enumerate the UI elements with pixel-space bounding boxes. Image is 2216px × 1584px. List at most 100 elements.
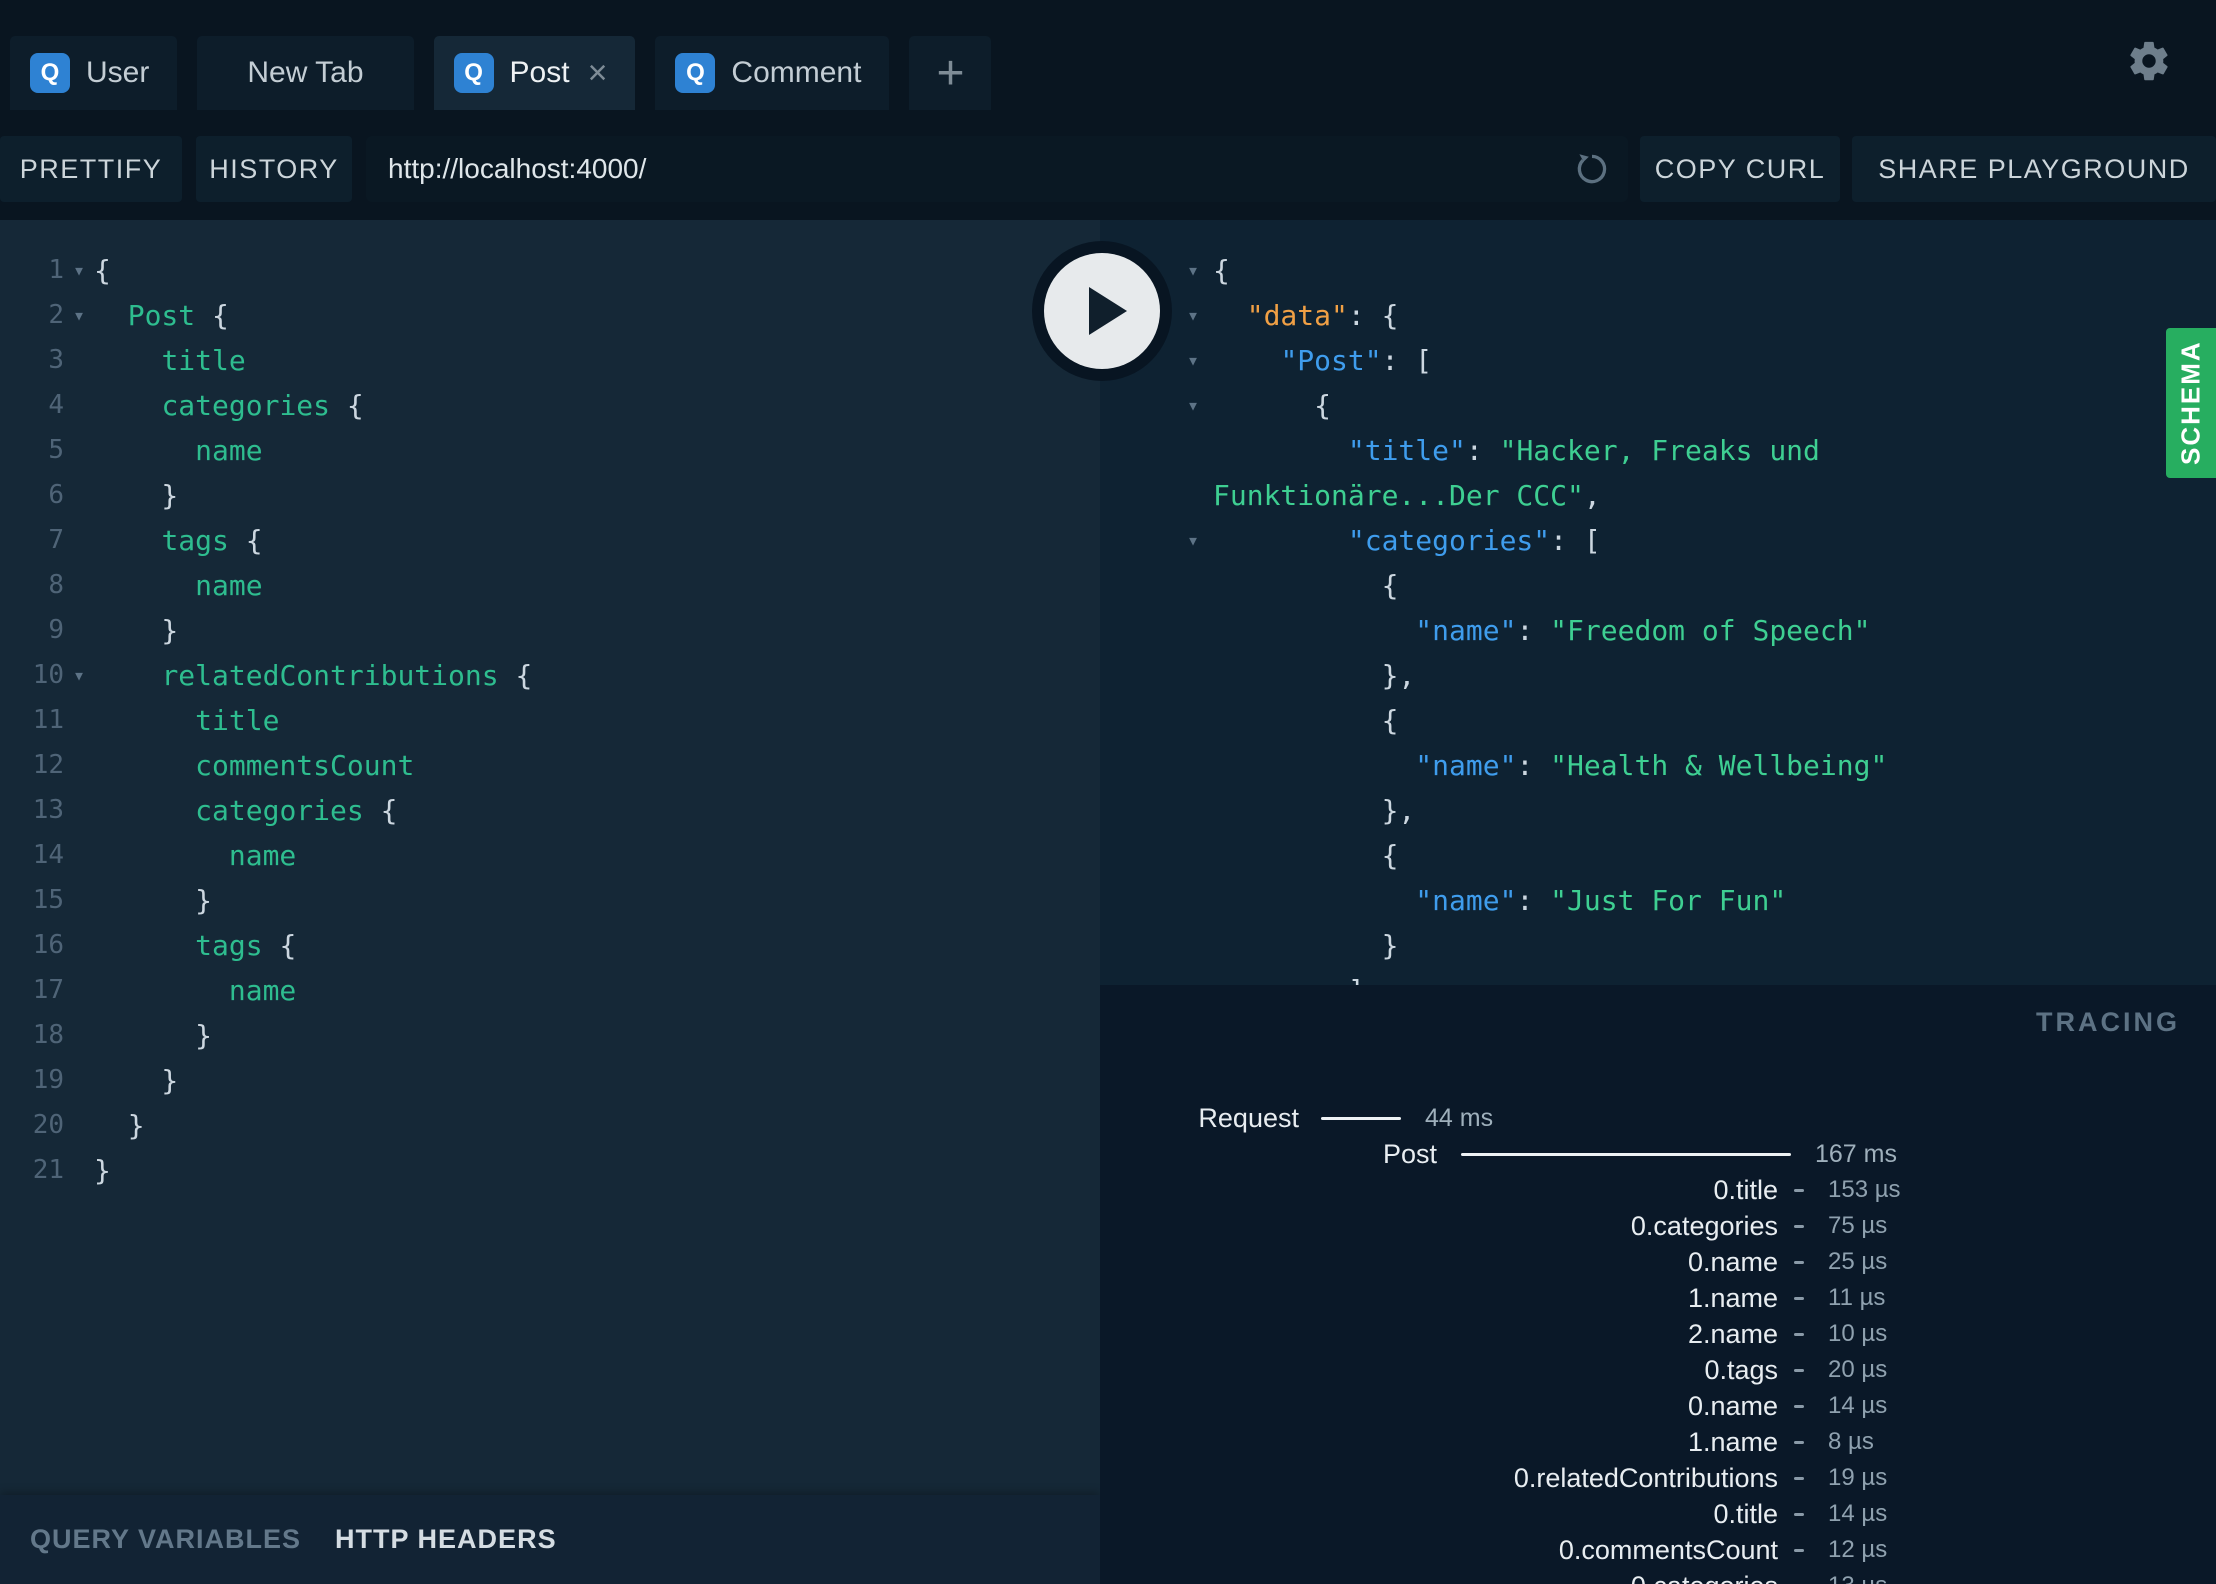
tracing-duration-bar	[1794, 1332, 1804, 1336]
tab-comment[interactable]: Q Comment	[655, 36, 890, 110]
fold-arrow-icon[interactable]: ▾	[64, 653, 94, 698]
line-number: 2	[48, 300, 64, 330]
code-line: },	[1100, 788, 2216, 833]
tracing-row: 1.name 8 µs	[1687, 1426, 1874, 1457]
fold-gutter	[1100, 788, 1213, 833]
tracing-row: 1.name 11 µs	[1687, 1282, 1886, 1313]
tab-post[interactable]: Q Post ×	[433, 36, 636, 110]
code-line: 10 ▾ relatedContributions {	[0, 653, 1100, 698]
line-number: 5	[48, 435, 64, 465]
line-number: 11	[32, 705, 64, 735]
line-number: 12	[32, 750, 64, 780]
line-number: 4	[48, 390, 64, 420]
line-number: 1	[48, 255, 64, 285]
execute-query-button[interactable]	[1032, 241, 1172, 381]
code-line: 12 commentsCount	[0, 743, 1100, 788]
fold-gutter	[1100, 698, 1213, 743]
editor-footer-bar: QUERY VARIABLES HTTP HEADERS	[0, 1495, 1100, 1584]
line-number: 3	[48, 345, 64, 375]
reload-schema-icon[interactable]	[1574, 151, 1610, 187]
tracing-duration-bar	[1794, 1512, 1804, 1516]
code-line: 5 name	[0, 428, 1100, 473]
share-playground-button[interactable]: SHARE PLAYGROUND	[1852, 136, 2216, 202]
code-line: {	[1100, 833, 2216, 878]
copy-curl-button[interactable]: COPY CURL	[1640, 136, 1840, 202]
code-line: ▾ "data": {	[1100, 293, 2216, 338]
fold-gutter	[64, 608, 94, 653]
tracing-row: 0.title 153 µs	[1713, 1174, 1901, 1205]
fold-gutter	[1100, 653, 1213, 698]
tracing-row: 0.name 25 µs	[1687, 1246, 1888, 1277]
fold-gutter	[1100, 878, 1213, 923]
tracing-row: 0.categories13 µs	[1100, 1568, 2216, 1584]
tracing-row: 0.categories 75 µs	[1630, 1210, 1888, 1241]
code-line: "name": "Just For Fun"	[1100, 878, 2216, 923]
tracing-duration-bar	[1794, 1476, 1804, 1480]
code-line: "name": "Freedom of Speech"	[1100, 608, 2216, 653]
line-number: 18	[32, 1020, 64, 1050]
query-editor-pane[interactable]: 1 ▾{2 ▾ Post {3 title 4 categories {5 name 6…	[0, 220, 1100, 1584]
new-tab-button[interactable]: +	[909, 36, 992, 110]
code-line: 9 }	[0, 608, 1100, 653]
code-line: 16 tags {	[0, 923, 1100, 968]
code-line: ]	[1100, 968, 2216, 985]
code-line: 3 title	[0, 338, 1100, 383]
code-line: 6 }	[0, 473, 1100, 518]
http-headers-tab[interactable]: HTTP HEADERS	[335, 1524, 557, 1555]
tracing-duration-bar	[1461, 1152, 1791, 1156]
fold-gutter	[1100, 968, 1213, 985]
tracing-rows: Request 44 ms Post 167 ms 0.title 153 µs 0.cat…	[1100, 1100, 2216, 1584]
code-line: 20 }	[0, 1103, 1100, 1148]
line-number: 19	[32, 1065, 64, 1095]
code-line: 15 }	[0, 878, 1100, 923]
line-number: 15	[32, 885, 64, 915]
fold-gutter	[1100, 923, 1213, 968]
fold-arrow-icon[interactable]: ▾	[64, 293, 94, 338]
tracing-duration-bar	[1794, 1260, 1804, 1264]
fold-gutter	[64, 788, 94, 833]
query-variables-tab[interactable]: QUERY VARIABLES	[30, 1524, 301, 1555]
code-line: 2 ▾ Post {	[0, 293, 1100, 338]
settings-gear-icon[interactable]	[2126, 38, 2172, 84]
graphql-playground-window: Q User New Tab Q Post × Q Comment + PRET…	[0, 0, 2216, 1584]
tab-user[interactable]: Q User	[10, 36, 178, 110]
fold-gutter	[64, 923, 94, 968]
fold-arrow-icon[interactable]: ▾	[64, 248, 94, 293]
tracing-row: 2.name 10 µs	[1687, 1318, 1888, 1349]
close-tab-icon[interactable]: ×	[588, 56, 608, 90]
code-line: 19 }	[0, 1058, 1100, 1103]
fold-arrow-icon[interactable]: ▾	[1100, 518, 1213, 563]
fold-gutter	[1100, 833, 1213, 878]
query-badge-icon: Q	[30, 53, 70, 93]
schema-sidebar-button[interactable]: SCHEMA	[2166, 328, 2216, 478]
tab-new-tab[interactable]: New Tab	[197, 36, 414, 110]
history-button[interactable]: HISTORY	[196, 136, 352, 202]
code-line: 13 categories {	[0, 788, 1100, 833]
tab-label: New Tab	[247, 56, 364, 89]
fold-gutter	[64, 743, 94, 788]
fold-gutter	[64, 428, 94, 473]
line-number: 8	[48, 570, 64, 600]
prettify-button[interactable]: PRETTIFY	[0, 136, 182, 202]
tab-bar: Q User New Tab Q Post × Q Comment +	[10, 36, 992, 110]
fold-gutter	[64, 1148, 94, 1193]
response-pane: ▾{▾ "data": {▾ "Post": [▾ { "title": "Ha…	[1100, 220, 2216, 985]
tracing-duration-bar	[1794, 1548, 1804, 1552]
code-line: 21}	[0, 1148, 1100, 1193]
fold-gutter	[64, 383, 94, 428]
code-line: {	[1100, 698, 2216, 743]
tracing-duration-bar	[1794, 1404, 1804, 1408]
tracing-duration-bar	[1794, 1188, 1804, 1192]
fold-gutter	[64, 338, 94, 383]
code-line: Funktionäre...Der CCC",	[1100, 473, 2216, 518]
code-line: ▾ "categories": [	[1100, 518, 2216, 563]
fold-arrow-icon[interactable]: ▾	[1100, 383, 1213, 428]
tracing-duration-bar	[1321, 1116, 1401, 1120]
code-line: 18 }	[0, 1013, 1100, 1058]
query-badge-icon: Q	[675, 53, 716, 93]
tracing-duration-bar	[1794, 1440, 1804, 1444]
tracing-row: Post 167 ms	[1382, 1138, 1897, 1169]
endpoint-url-input[interactable]	[388, 153, 1574, 185]
query-editor-code[interactable]: 1 ▾{2 ▾ Post {3 title 4 categories {5 name 6…	[0, 248, 1100, 1193]
line-number: 6	[48, 480, 64, 510]
